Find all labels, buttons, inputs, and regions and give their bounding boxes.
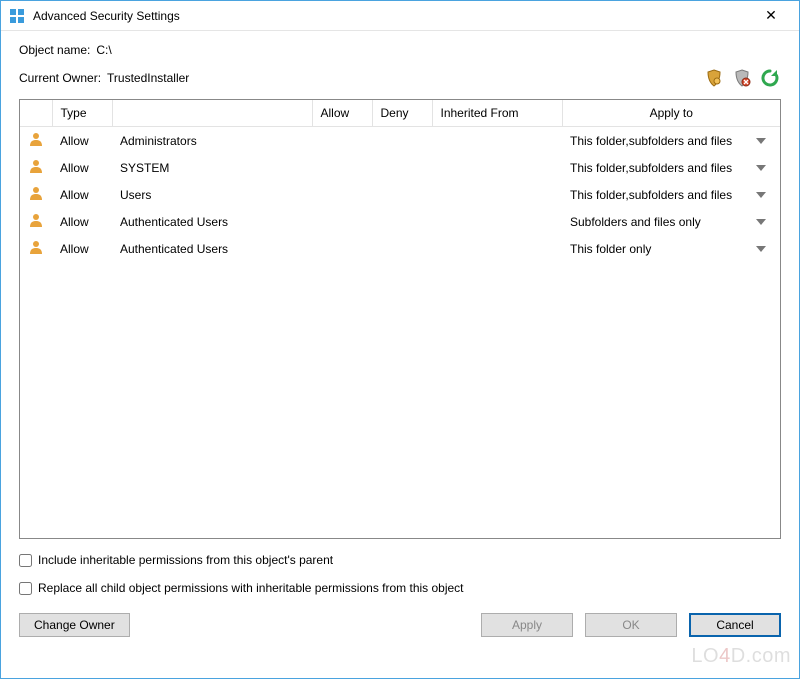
cell-allow <box>312 127 372 155</box>
footer: Change Owner Apply OK Cancel <box>19 613 781 637</box>
ok-button[interactable]: OK <box>585 613 677 637</box>
cell-inherited <box>432 208 562 235</box>
cell-apply[interactable]: This folder only <box>562 235 780 262</box>
cell-inherited <box>432 127 562 155</box>
col-type[interactable]: Type <box>52 100 112 127</box>
replace-checkbox-label: Replace all child object permissions wit… <box>38 581 464 595</box>
table-header-row: Type Allow Deny Inherited From Apply to <box>20 100 780 127</box>
cell-deny <box>372 181 432 208</box>
shield-gold-icon[interactable] <box>703 67 725 89</box>
col-name[interactable] <box>112 100 312 127</box>
cell-allow <box>312 208 372 235</box>
cell-apply[interactable]: Subfolders and files only <box>562 208 780 235</box>
col-deny[interactable]: Deny <box>372 100 432 127</box>
cell-deny <box>372 127 432 155</box>
owner-row: Current Owner: TrustedInstaller <box>19 67 781 89</box>
titlebar: Advanced Security Settings ✕ <box>1 1 799 31</box>
col-apply[interactable]: Apply to <box>562 100 780 127</box>
table-row[interactable]: AllowSYSTEM This folder,subfolders and fi… <box>20 154 780 181</box>
chevron-down-icon[interactable] <box>756 246 766 252</box>
cell-type: Allow <box>52 235 112 262</box>
chevron-down-icon[interactable] <box>756 138 766 144</box>
security-settings-window: Advanced Security Settings ✕ Object name… <box>0 0 800 679</box>
inherit-checkbox-label: Include inheritable permissions from thi… <box>38 553 333 567</box>
close-button[interactable]: ✕ <box>751 1 791 31</box>
cell-name: Authenticated Users <box>112 208 312 235</box>
cell-name: Users <box>112 181 312 208</box>
cell-apply[interactable]: This folder,subfolders and files <box>562 127 780 155</box>
apply-text: Subfolders and files only <box>570 215 701 229</box>
cell-deny <box>372 235 432 262</box>
object-name-value: C:\ <box>96 43 111 57</box>
cell-apply[interactable]: This folder,subfolders and files <box>562 154 780 181</box>
permissions-table-wrap: Type Allow Deny Inherited From Apply to … <box>19 99 781 539</box>
cell-allow <box>312 154 372 181</box>
cell-inherited <box>432 181 562 208</box>
inherit-checkbox-row[interactable]: Include inheritable permissions from thi… <box>19 553 781 567</box>
cell-deny <box>372 208 432 235</box>
replace-checkbox[interactable] <box>19 582 32 595</box>
object-name-label: Object name: <box>19 43 90 57</box>
user-icon <box>20 208 52 235</box>
owner-label: Current Owner: <box>19 71 101 85</box>
change-owner-button[interactable]: Change Owner <box>19 613 130 637</box>
cell-allow <box>312 235 372 262</box>
cell-apply[interactable]: This folder,subfolders and files <box>562 181 780 208</box>
table-row[interactable]: AllowUsers This folder,subfolders and fil… <box>20 181 780 208</box>
cell-name: Administrators <box>112 127 312 155</box>
permissions-table: Type Allow Deny Inherited From Apply to … <box>20 100 780 262</box>
apply-button[interactable]: Apply <box>481 613 573 637</box>
cell-allow <box>312 181 372 208</box>
apply-text: This folder only <box>570 242 651 256</box>
owner-toolbar <box>703 67 781 89</box>
owner-value: TrustedInstaller <box>107 71 703 85</box>
col-allow[interactable]: Allow <box>312 100 372 127</box>
chevron-down-icon[interactable] <box>756 192 766 198</box>
cell-inherited <box>432 154 562 181</box>
cell-deny <box>372 154 432 181</box>
cell-inherited <box>432 235 562 262</box>
cell-type: Allow <box>52 208 112 235</box>
cell-type: Allow <box>52 127 112 155</box>
replace-checkbox-row[interactable]: Replace all child object permissions wit… <box>19 581 781 595</box>
apply-text: This folder,subfolders and files <box>570 161 732 175</box>
user-icon <box>20 235 52 262</box>
user-icon <box>20 127 52 155</box>
apply-text: This folder,subfolders and files <box>570 188 732 202</box>
app-icon <box>9 8 25 24</box>
col-inherited[interactable]: Inherited From <box>432 100 562 127</box>
chevron-down-icon[interactable] <box>756 219 766 225</box>
table-row[interactable]: AllowAuthenticated Users Subfolders and f… <box>20 208 780 235</box>
window-title: Advanced Security Settings <box>33 9 751 23</box>
cell-type: Allow <box>52 181 112 208</box>
col-icon[interactable] <box>20 100 52 127</box>
table-row[interactable]: AllowAdministrators This folder,subfolder… <box>20 127 780 155</box>
table-row[interactable]: AllowAuthenticated Users This folder only <box>20 235 780 262</box>
cell-name: SYSTEM <box>112 154 312 181</box>
apply-text: This folder,subfolders and files <box>570 134 732 148</box>
window-body: Object name: C:\ Current Owner: TrustedI… <box>1 31 799 678</box>
object-name-row: Object name: C:\ <box>19 43 781 57</box>
shield-remove-icon[interactable] <box>731 67 753 89</box>
refresh-icon[interactable] <box>759 67 781 89</box>
cell-name: Authenticated Users <box>112 235 312 262</box>
inherit-checkbox[interactable] <box>19 554 32 567</box>
user-icon <box>20 154 52 181</box>
chevron-down-icon[interactable] <box>756 165 766 171</box>
cell-type: Allow <box>52 154 112 181</box>
cancel-button[interactable]: Cancel <box>689 613 781 637</box>
user-icon <box>20 181 52 208</box>
